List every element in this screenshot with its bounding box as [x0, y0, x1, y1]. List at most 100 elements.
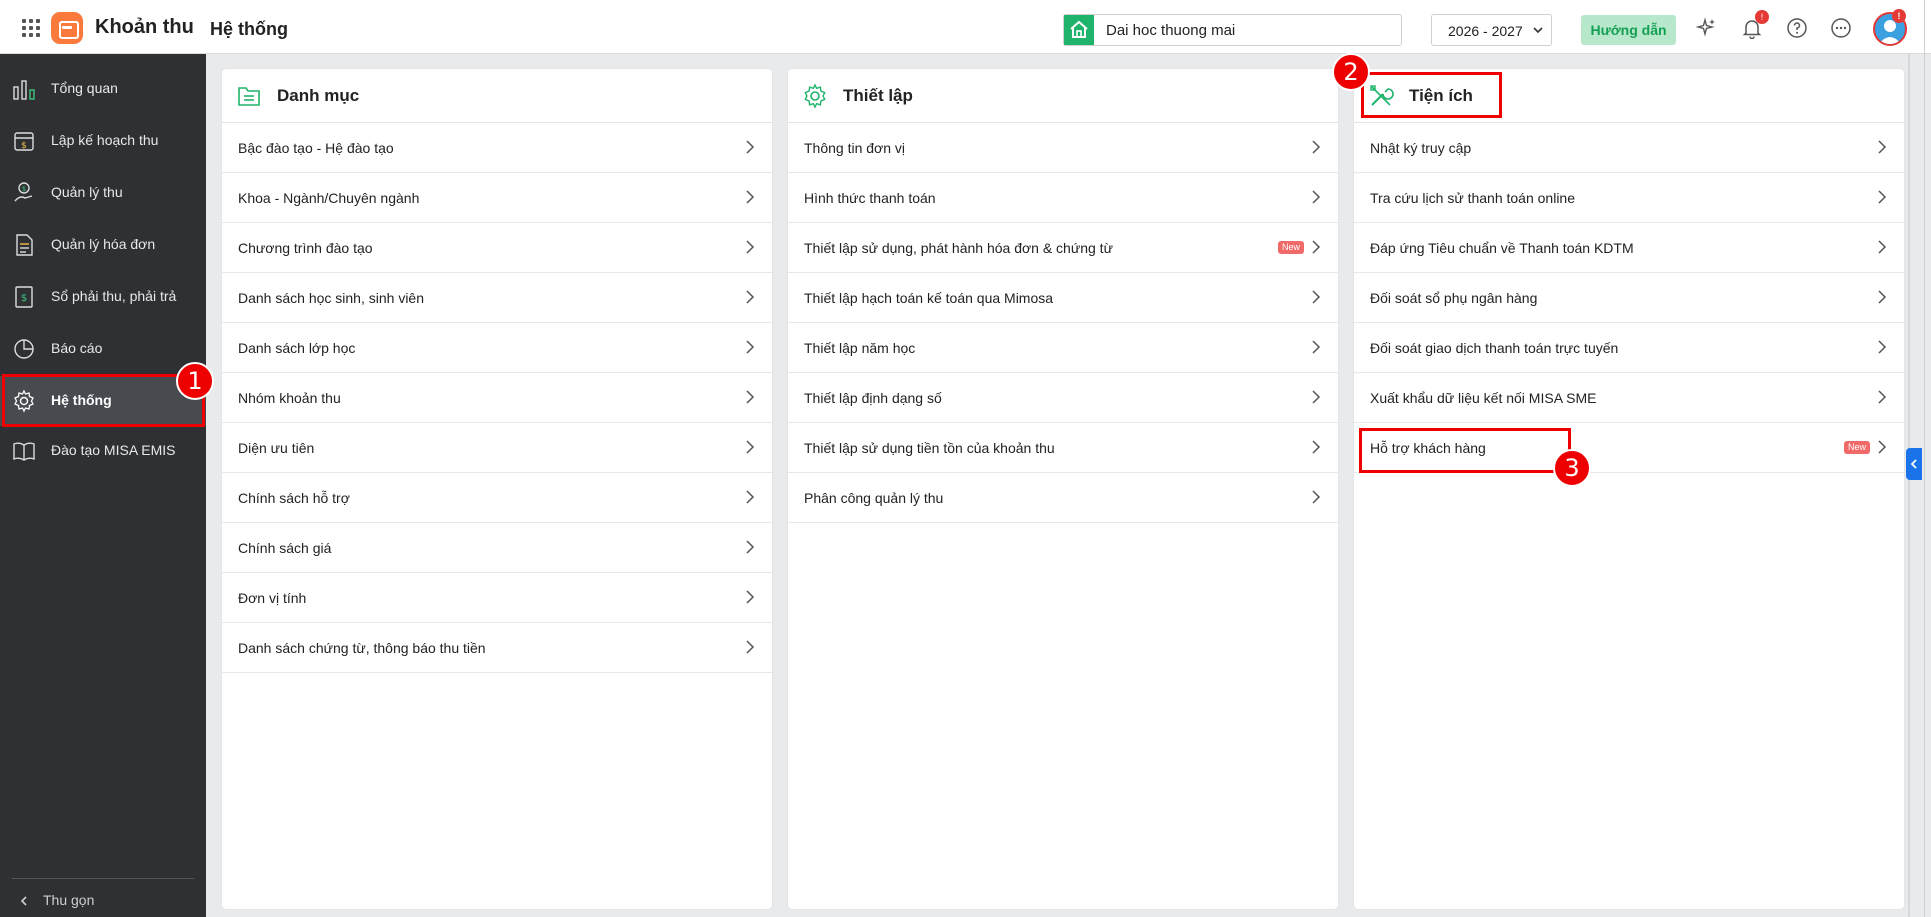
list-item[interactable]: Xuất khẩu dữ liệu kết nối MISA SME	[1354, 373, 1904, 423]
svg-text:$: $	[21, 141, 27, 151]
side-panel-toggle[interactable]	[1906, 448, 1922, 480]
chevron-right-icon	[746, 390, 755, 404]
annotation-number-1: 1	[176, 362, 214, 400]
list-item-label: Danh sách học sinh, sinh viên	[238, 290, 424, 306]
calendar-money-icon: $	[14, 132, 34, 151]
chevron-right-icon	[746, 340, 755, 354]
list-item-label: Nhật ký truy cập	[1370, 140, 1472, 156]
panel-title: Thiết lập	[843, 86, 913, 105]
list-item[interactable]: Danh sách chứng từ, thông báo thu tiền	[222, 623, 772, 673]
window-edge	[1924, 0, 1925, 917]
sidebar-item-label: Báo cáo	[51, 340, 103, 356]
more-icon[interactable]	[1830, 17, 1852, 39]
list-item-label: Nhóm khoản thu	[238, 390, 341, 406]
list-item[interactable]: Chính sách giá	[222, 523, 772, 573]
sidebar-item-so-phai-thu[interactable]: $ Sổ phải thu, phải trả	[0, 272, 206, 322]
school-year-select[interactable]: 2026 - 2027	[1431, 14, 1552, 46]
chevron-right-icon	[746, 190, 755, 204]
collapse-label: Thu gọn	[43, 892, 95, 908]
chevron-right-icon	[1312, 140, 1321, 154]
ledger-icon: $	[15, 286, 33, 308]
folder-list-icon	[238, 87, 260, 106]
sidebar-item-label: Tổng quan	[51, 80, 118, 96]
panel-thiet-lap: Thiết lập Thông tin đơn vị Hình thức tha…	[788, 69, 1338, 909]
chevron-right-icon	[746, 290, 755, 304]
list-item[interactable]: Thiết lập sử dụng tiền tồn của khoản thu	[788, 423, 1338, 473]
list-item[interactable]: Nhật ký truy cập	[1354, 123, 1904, 173]
chevron-right-icon	[1878, 340, 1887, 354]
list-item-label: Tra cứu lịch sử thanh toán online	[1370, 190, 1576, 206]
chevron-right-icon	[1878, 240, 1887, 254]
pie-chart-icon	[14, 339, 34, 359]
panel-tien-ich: Tiện ích Nhật ký truy cập Tra cứu lịch s…	[1354, 69, 1904, 909]
list-item[interactable]: Diện ưu tiên	[222, 423, 772, 473]
sidebar-item-lap-ke-hoach-thu[interactable]: $ Lập kế hoạch thu	[0, 116, 206, 166]
chevron-right-icon	[746, 590, 755, 604]
list-item[interactable]: Hình thức thanh toán	[788, 173, 1338, 223]
list-item-label: Hình thức thanh toán	[804, 190, 936, 206]
list-item-label: Đối soát giao dịch thanh toán trực tuyến	[1370, 340, 1619, 356]
sidebar-item-label: Sổ phải thu, phải trả	[51, 288, 177, 304]
list-item-label: Bậc đào tạo - Hệ đào tạo	[238, 140, 394, 156]
top-bar: Khoản thu Hệ thống Dai hoc thuong mai 20…	[0, 0, 1931, 54]
sidebar-item-label: Lập kế hoạch thu	[51, 132, 159, 148]
list-item[interactable]: Danh sách học sinh, sinh viên	[222, 273, 772, 323]
list-item-label: Danh sách chứng từ, thông báo thu tiền	[238, 640, 486, 656]
scrollbar-track[interactable]	[1908, 54, 1910, 917]
list-item[interactable]: Đối soát sổ phụ ngân hàng	[1354, 273, 1904, 323]
sidebar-item-quan-ly-thu[interactable]: $ Quản lý thu	[0, 168, 206, 218]
chevron-right-icon	[746, 490, 755, 504]
list-item[interactable]: Thiết lập hạch toán kế toán qua Mimosa	[788, 273, 1338, 323]
list-item[interactable]: Thông tin đơn vị	[788, 123, 1338, 173]
list-item[interactable]: Danh sách lớp học	[222, 323, 772, 373]
sidebar-item-dao-tao-misa[interactable]: Đào tạo MISA EMIS	[0, 426, 206, 476]
list-item[interactable]: Phân công quản lý thu	[788, 473, 1338, 523]
sidebar-item-label: Đào tạo MISA EMIS	[51, 442, 176, 458]
list-item-label: Chương trình đào tạo	[238, 240, 373, 256]
chevron-right-icon	[1312, 240, 1321, 254]
school-icon	[1064, 15, 1094, 45]
list-item[interactable]: Chương trình đào tạo	[222, 223, 772, 273]
school-year-value: 2026 - 2027	[1448, 23, 1523, 39]
panel-header: Danh mục	[222, 69, 772, 123]
unit-selector[interactable]: Dai hoc thuong mai	[1063, 14, 1402, 46]
list-item[interactable]: Tra cứu lịch sử thanh toán online	[1354, 173, 1904, 223]
list-item[interactable]: Đối soát giao dịch thanh toán trực tuyến	[1354, 323, 1904, 373]
list-item[interactable]: Thiết lập sử dụng, phát hành hóa đơn & c…	[788, 223, 1338, 273]
panel-title: Danh mục	[277, 86, 360, 105]
sparkle-icon[interactable]	[1696, 17, 1718, 39]
list-item[interactable]: Thiết lập năm học	[788, 323, 1338, 373]
hand-coin-icon: $	[14, 182, 33, 202]
apps-grid-icon[interactable]	[22, 19, 40, 37]
sidebar: Tổng quan $ Lập kế hoạch thu $ Quản lý t…	[0, 54, 206, 917]
chevron-right-icon	[1878, 140, 1887, 154]
book-icon	[13, 442, 35, 461]
list-item-label: Diện ưu tiên	[238, 440, 315, 456]
list-item-label: Danh sách lớp học	[238, 340, 356, 356]
guide-button[interactable]: Hướng dẫn	[1581, 15, 1676, 45]
unit-name: Dai hoc thuong mai	[1106, 22, 1236, 39]
chevron-down-icon	[1533, 27, 1543, 34]
list-item[interactable]: Nhóm khoản thu	[222, 373, 772, 423]
sidebar-item-quan-ly-hoa-don[interactable]: Quản lý hóa đơn	[0, 220, 206, 270]
list-item[interactable]: Thiết lập định dạng số	[788, 373, 1338, 423]
list-item[interactable]: Đơn vị tính	[222, 573, 772, 623]
chevron-right-icon	[746, 240, 755, 254]
chevron-left-icon	[20, 896, 27, 906]
chevron-right-icon	[1878, 190, 1887, 204]
list-item-label: Thiết lập hạch toán kế toán qua Mimosa	[804, 290, 1054, 306]
annotation-number-3: 3	[1553, 449, 1591, 487]
new-badge: New	[1277, 241, 1304, 254]
list-item[interactable]: Bậc đào tạo - Hệ đào tạo	[222, 123, 772, 173]
list-item[interactable]: Đáp ứng Tiêu chuẩn về Thanh toán KDTM	[1354, 223, 1904, 273]
sidebar-item-tong-quan[interactable]: Tổng quan	[0, 64, 206, 114]
list-item-label: Thông tin đơn vị	[804, 140, 906, 156]
chevron-right-icon	[746, 540, 755, 554]
annotation-box-2	[1361, 72, 1502, 118]
chevron-right-icon	[1312, 190, 1321, 204]
list-item[interactable]: Chính sách hỗ trợ	[222, 473, 772, 523]
invoice-icon	[16, 234, 33, 256]
help-icon[interactable]	[1786, 17, 1808, 39]
sidebar-item-bao-cao[interactable]: Báo cáo	[0, 324, 206, 374]
list-item[interactable]: Khoa - Ngành/Chuyên ngành	[222, 173, 772, 223]
